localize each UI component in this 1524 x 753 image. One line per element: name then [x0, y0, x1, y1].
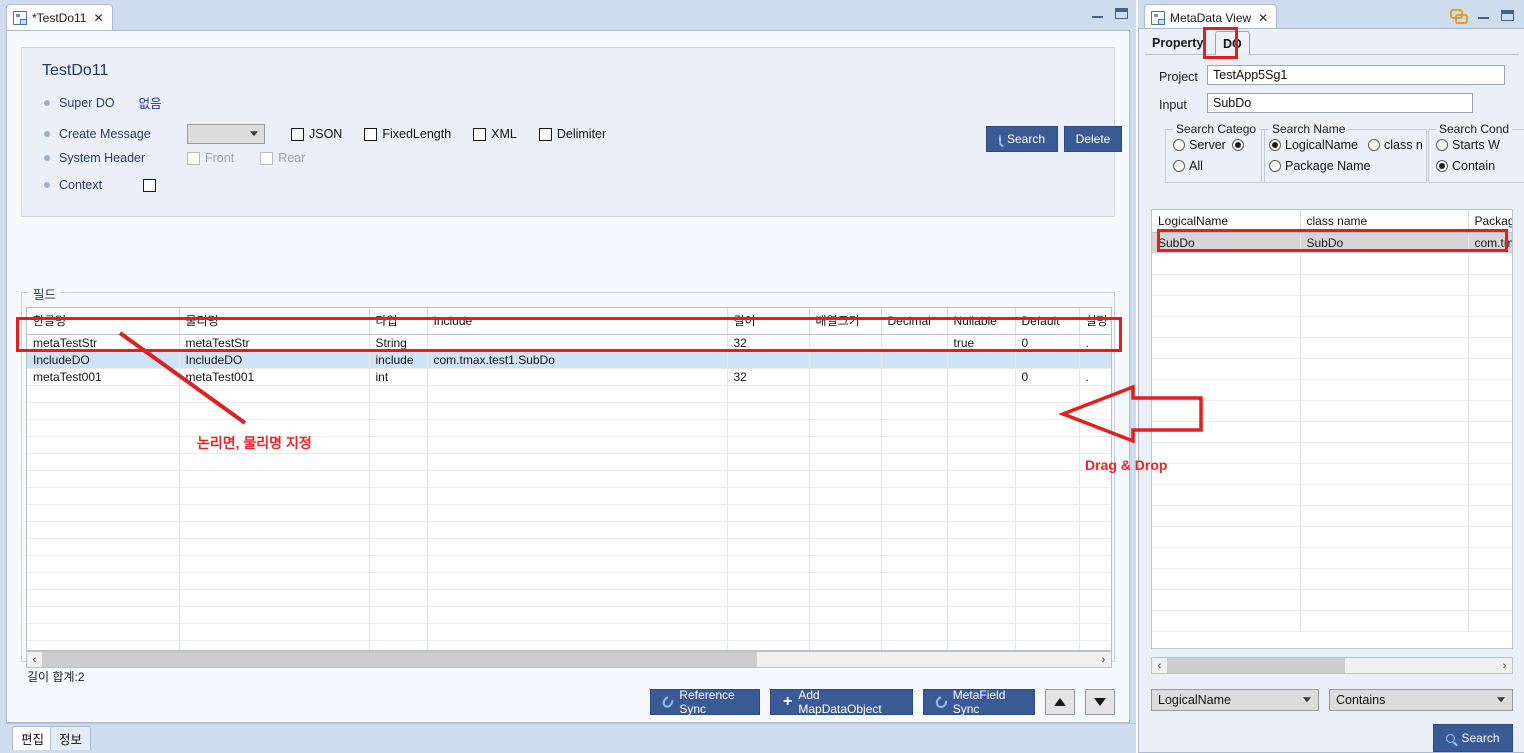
annotation-arrow-drag-drop	[1058, 384, 1203, 444]
annotation-pointer-line	[118, 331, 247, 425]
annotation-text-field-names: 논리면, 물리명 지정	[197, 435, 312, 451]
annotation-text-drag-drop: Drag & Drop	[1085, 457, 1168, 473]
application-window: *TestDo11 ✕ TestDo11 Super DO 없음 Create …	[0, 0, 1524, 753]
annotation-shapes	[118, 331, 1203, 444]
field-section-legend: 필드	[29, 284, 61, 303]
